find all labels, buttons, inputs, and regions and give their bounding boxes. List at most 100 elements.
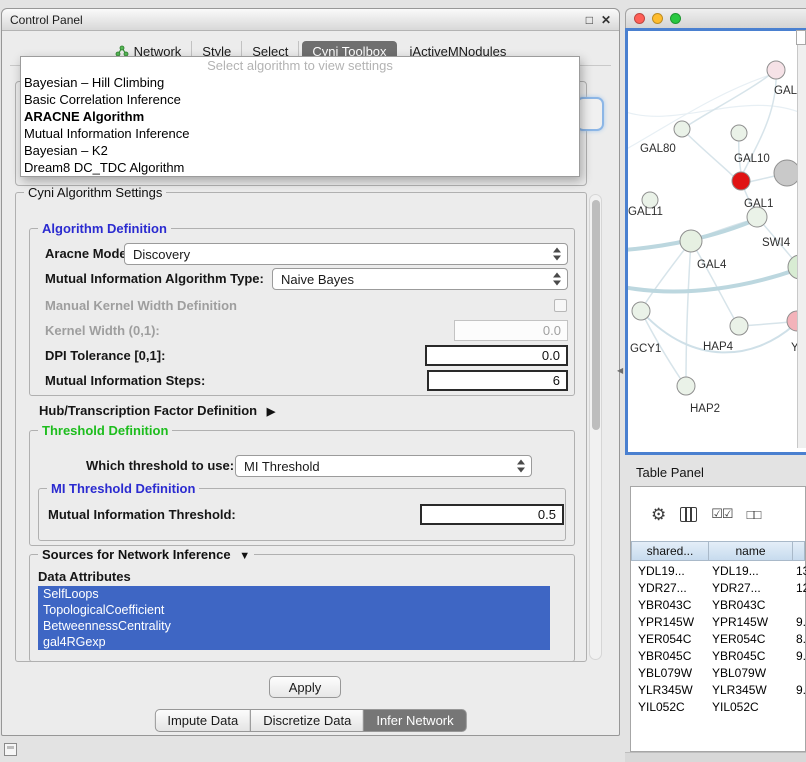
hub-transcription-factor-label: Hub/Transcription Factor Definition <box>39 403 257 418</box>
network-edge <box>684 70 776 128</box>
unchecked-boxes-icon[interactable]: □□ <box>747 507 761 522</box>
network-edge <box>682 129 733 176</box>
mi-threshold-field[interactable] <box>420 504 564 525</box>
divider-collapse-icon[interactable]: ◀ <box>617 366 623 375</box>
cell-value: 9. <box>793 649 806 663</box>
table-row[interactable]: YDL19... YDL19... 13 <box>632 562 806 579</box>
algorithm-dropdown-list: Select algorithm to view settings Bayesi… <box>20 56 580 177</box>
algorithm-option-bayesian-k2[interactable]: Bayesian – K2 <box>21 142 579 159</box>
network-node[interactable] <box>767 61 785 79</box>
column-header-shared-name[interactable]: shared... <box>631 541 709 561</box>
columns-icon[interactable] <box>680 507 697 522</box>
cell-shared-name: YER054C <box>632 632 709 646</box>
sources-header[interactable]: Sources for Network Inference ▼ <box>38 547 254 562</box>
manual-kernel-width-label: Manual Kernel Width Definition <box>45 297 237 315</box>
table-horizontal-scrollbar[interactable] <box>625 752 806 762</box>
gear-icon[interactable]: ⚙ <box>651 506 666 523</box>
network-view-window: GAL GAL80 GAL10 GAL11 GAL1 SWI4 GAL4 GCY… <box>625 8 806 455</box>
desktop: Control Panel □ ✕ Network Style <box>0 0 806 762</box>
cell-name: YBL079W <box>709 666 793 680</box>
restore-panel-icon[interactable] <box>4 743 17 756</box>
network-node-hap4[interactable] <box>730 317 748 335</box>
network-canvas[interactable]: GAL GAL80 GAL10 GAL11 GAL1 SWI4 GAL4 GCY… <box>625 28 806 455</box>
table-row[interactable]: YER054C YER054C 8. <box>632 630 806 647</box>
algorithm-option-mutual-information[interactable]: Mutual Information Inference <box>21 125 579 142</box>
float-window-icon[interactable]: □ <box>586 14 593 26</box>
aracne-mode-label: Aracne Mode: <box>45 243 131 265</box>
tab-discretize-data[interactable]: Discretize Data <box>250 709 364 732</box>
data-attributes-label: Data Attributes <box>38 568 131 586</box>
cell-name: YBR045C <box>709 649 793 663</box>
table-header-row: shared... name <box>631 541 805 561</box>
cell-value: 9. <box>793 615 806 629</box>
table-row[interactable]: YIL052C YIL052C <box>632 698 806 715</box>
table-row[interactable]: YBR045C YBR045C 9. <box>632 647 806 664</box>
settings-scrollbar[interactable] <box>589 194 602 660</box>
attribute-selfloops[interactable]: SelfLoops <box>38 586 550 602</box>
cell-shared-name: YLR345W <box>632 683 709 697</box>
table-row[interactable]: YBL079W YBL079W <box>632 664 806 681</box>
aracne-mode-combobox[interactable]: Discovery <box>124 243 568 265</box>
network-scrollbar-button[interactable] <box>796 30 806 45</box>
cell-name: YPR145W <box>709 615 793 629</box>
cell-name: YDL19... <box>709 564 793 578</box>
mi-algorithm-type-label: Mutual Information Algorithm Type: <box>45 268 264 290</box>
combo-stepper-icon <box>517 460 526 473</box>
cell-shared-name: YIL052C <box>632 700 709 714</box>
table-row[interactable]: YBR043C YBR043C <box>632 596 806 613</box>
cell-value: 13 <box>793 564 806 578</box>
settings-scrollbar-thumb[interactable] <box>592 200 600 430</box>
data-attributes-list: SelfLoops TopologicalCoefficient Between… <box>38 586 550 656</box>
network-scrollbar[interactable] <box>797 30 806 448</box>
attribute-topologicalcoefficient[interactable]: TopologicalCoefficient <box>38 602 550 618</box>
network-node[interactable] <box>731 125 747 141</box>
bottom-tab-bar: Impute Data Discretize Data Infer Networ… <box>154 709 466 732</box>
table-row[interactable]: YPR145W YPR145W 9. <box>632 613 806 630</box>
mi-steps-label: Mutual Information Steps: <box>45 370 205 391</box>
network-node[interactable] <box>674 121 690 137</box>
attribute-betweennesscentrality[interactable]: BetweennessCentrality <box>38 618 550 634</box>
cyni-algorithm-settings-title: Cyni Algorithm Settings <box>24 185 166 200</box>
control-panel: Control Panel □ ✕ Network Style <box>1 8 620 736</box>
column-header-name[interactable]: name <box>709 541 793 561</box>
tab-impute-data[interactable]: Impute Data <box>154 709 251 732</box>
which-threshold-combobox[interactable]: MI Threshold <box>235 455 532 477</box>
algorithm-option-dream8[interactable]: Dream8 DC_TDC Algorithm <box>21 159 579 176</box>
cell-name: YDR27... <box>709 581 793 595</box>
table-row[interactable]: YDR27... YDR27... 12 <box>632 579 806 596</box>
kernel-width-field[interactable] <box>454 320 568 341</box>
manual-kernel-width-checkbox[interactable] <box>554 299 567 312</box>
algorithm-option-bayesian-hill-climbing[interactable]: Bayesian – Hill Climbing <box>21 74 579 91</box>
table-panel-title: Table Panel <box>636 465 704 480</box>
algorithm-definition-title: Algorithm Definition <box>38 221 171 236</box>
kernel-width-label: Kernel Width (0,1): <box>45 320 160 341</box>
node-label-gal80: GAL80 <box>640 143 676 155</box>
dpi-tolerance-label: DPI Tolerance [0,1]: <box>45 345 165 366</box>
mi-algorithm-type-combobox[interactable]: Naive Bayes <box>272 268 568 290</box>
cell-shared-name: YDL19... <box>632 564 709 578</box>
algorithm-option-aracne[interactable]: ARACNE Algorithm <box>21 108 579 125</box>
dpi-tolerance-field[interactable] <box>425 345 568 366</box>
algorithm-option-basic-correlation[interactable]: Basic Correlation Inference <box>21 91 579 108</box>
cell-shared-name: YBR045C <box>632 649 709 663</box>
tab-infer-network[interactable]: Infer Network <box>363 709 466 732</box>
zoom-traffic-light[interactable] <box>670 13 681 24</box>
mi-steps-field[interactable] <box>427 370 568 391</box>
hub-transcription-factor-header[interactable]: Hub/Transcription Factor Definition ▶ <box>39 402 275 421</box>
mi-threshold-definition-title: MI Threshold Definition <box>47 481 199 496</box>
column-header-partial[interactable] <box>793 541 805 561</box>
table-row[interactable]: YLR345W YLR345W 9. <box>632 681 806 698</box>
network-node[interactable] <box>632 302 650 320</box>
close-window-icon[interactable]: ✕ <box>601 14 611 26</box>
minimize-traffic-light[interactable] <box>652 13 663 24</box>
algorithm-combobox-button[interactable] <box>576 97 604 131</box>
node-label-gal11: GAL11 <box>628 206 663 218</box>
close-traffic-light[interactable] <box>634 13 645 24</box>
network-node-gal10[interactable] <box>732 172 750 190</box>
network-node[interactable] <box>747 207 767 227</box>
network-node-hap2[interactable] <box>677 377 695 395</box>
attribute-gal4rgexp[interactable]: gal4RGexp <box>38 634 550 650</box>
apply-button[interactable]: Apply <box>269 676 341 698</box>
checked-boxes-icon[interactable]: ☑☑ <box>711 506 732 522</box>
network-node-gal4[interactable] <box>680 230 702 252</box>
